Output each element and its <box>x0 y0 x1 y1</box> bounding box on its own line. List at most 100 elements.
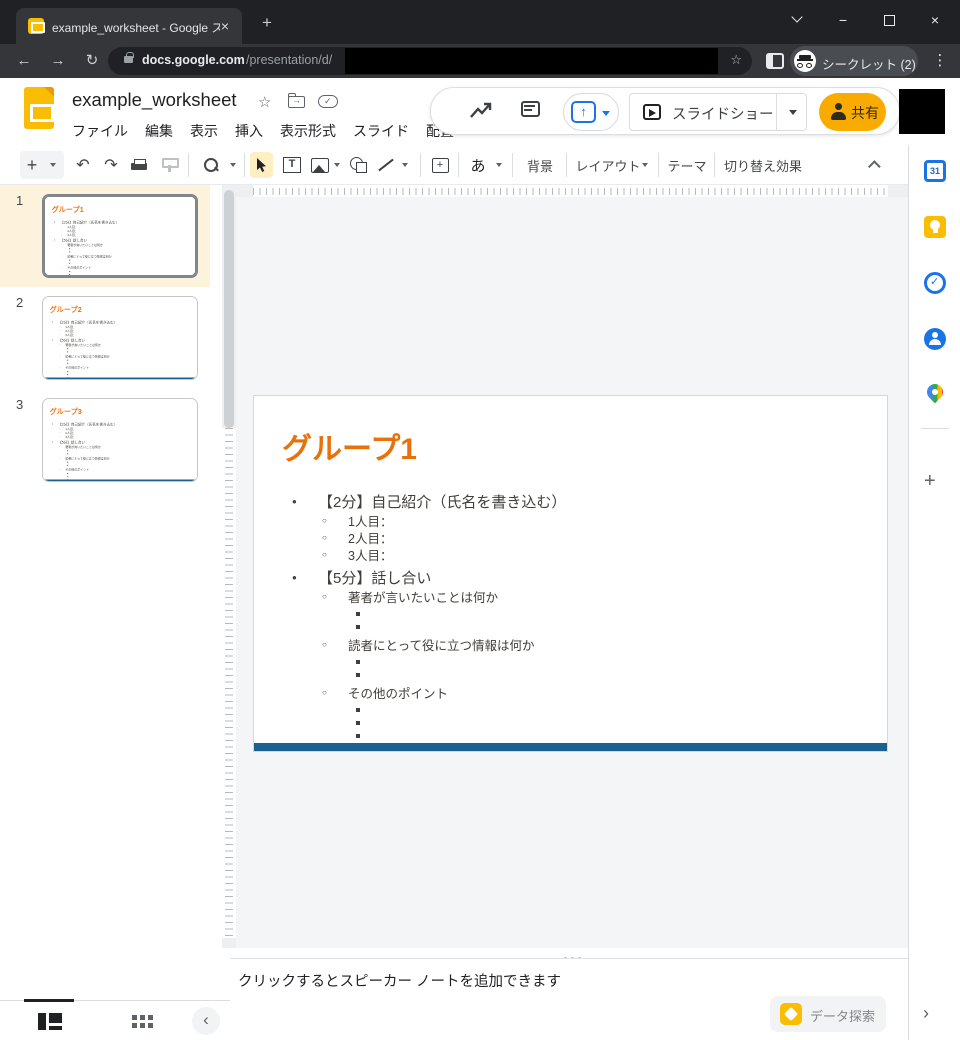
move-folder-icon[interactable] <box>288 96 305 108</box>
share-person-icon <box>830 102 848 120</box>
slide-thumbnail[interactable]: グループ2 【2分】自己紹介（氏名を書き込む）1人目：2人目：3人目：【5分】話… <box>42 296 198 380</box>
current-slide[interactable]: グループ1 【2分】自己紹介（氏名を書き込む）1人目：2人目：3人目：【5分】話… <box>253 395 888 752</box>
menu-view[interactable]: 表示 <box>190 119 218 143</box>
menubar: ファイル 編集 表示 挿入 表示形式 スライド 配置 <box>72 119 454 143</box>
paint-format-icon[interactable] <box>158 145 180 185</box>
menu-edit[interactable]: 編集 <box>145 119 173 143</box>
collapse-filmstrip-icon[interactable]: ‹ <box>192 1007 220 1035</box>
filmstrip-panel: 1 グループ1 【2分】自己紹介（氏名を書き込む）1人目：2人目：3人目：【5分… <box>0 185 210 1000</box>
bullet-item: 著者が言いたいことは何か <box>254 588 887 605</box>
explore-button[interactable]: データ探索 <box>770 996 886 1032</box>
explore-label: データ探索 <box>810 1006 875 1025</box>
google-contacts-icon[interactable] <box>924 328 946 350</box>
background-button[interactable]: 背景 <box>522 145 558 185</box>
horizontal-ruler <box>236 185 908 197</box>
account-avatar[interactable] <box>899 89 945 134</box>
layout-button[interactable]: レイアウト <box>576 145 640 185</box>
layout-dropdown-icon[interactable] <box>638 145 652 185</box>
explore-icon <box>780 1003 802 1025</box>
reload-icon[interactable]: ↻ <box>78 47 106 75</box>
menu-insert[interactable]: 挿入 <box>235 119 263 143</box>
text-format-dropdown-icon[interactable] <box>492 145 506 185</box>
present-dropdown-icon[interactable] <box>602 111 610 116</box>
textbox-tool-icon[interactable]: T <box>280 145 304 185</box>
google-tasks-icon[interactable] <box>924 272 946 294</box>
zoom-tool-icon[interactable] <box>200 145 222 185</box>
bullet-item: 3人目： <box>45 233 195 237</box>
bullet-item <box>45 261 195 264</box>
comment-history-icon[interactable] <box>521 101 540 117</box>
window-close-icon[interactable]: × <box>912 0 958 40</box>
bullet-item: 2人目： <box>254 529 887 546</box>
google-maps-icon[interactable] <box>924 384 946 406</box>
share-button[interactable]: 共有 <box>819 93 886 131</box>
bullet-item <box>254 701 887 714</box>
add-addon-icon[interactable]: + <box>924 470 936 493</box>
window-minimize-icon[interactable]: − <box>820 0 866 40</box>
expand-panel-icon[interactable]: › <box>923 1003 929 1024</box>
slide-title[interactable]: グループ1 <box>282 424 417 468</box>
browser-tab[interactable]: example_worksheet - Google スラ × <box>16 8 242 44</box>
notes-resize-handle[interactable] <box>236 949 908 958</box>
thumbnail-slide-title: グループ3 <box>50 406 82 416</box>
side-panel-icon[interactable] <box>766 53 784 69</box>
print-icon[interactable] <box>128 145 150 185</box>
new-slide-plus-icon[interactable]: + <box>22 145 42 185</box>
filmstrip-view-icon[interactable] <box>38 1013 62 1030</box>
image-dropdown-icon[interactable] <box>330 145 344 185</box>
filmstrip-slide-row[interactable]: 2 グループ2 【2分】自己紹介（氏名を書き込む）1人目：2人目：3人目：【5分… <box>0 287 210 389</box>
select-tool-button[interactable] <box>250 152 273 178</box>
url-bar[interactable]: docs.google.com /presentation/d/ ☆ <box>108 47 752 75</box>
vertical-scrollbar-thumb[interactable] <box>224 190 234 428</box>
activity-trend-icon[interactable] <box>469 100 493 122</box>
lock-icon <box>124 56 133 63</box>
redo-icon[interactable]: ↷ <box>100 145 122 185</box>
slide-thumbnail[interactable]: グループ1 【2分】自己紹介（氏名を書き込む）1人目：2人目：3人目：【5分】話… <box>42 194 198 278</box>
star-document-icon[interactable]: ☆ <box>258 93 271 111</box>
filmstrip-slide-row[interactable]: 3 グループ3 【2分】自己紹介（氏名を書き込む）1人目：2人目：3人目：【5分… <box>0 389 210 491</box>
bullet-item <box>43 452 197 455</box>
cloud-saved-icon[interactable] <box>318 95 338 108</box>
forward-icon[interactable]: → <box>44 47 72 75</box>
speaker-notes-placeholder[interactable]: クリックするとスピーカー ノートを追加できます <box>238 970 561 991</box>
browser-tabstrip: example_worksheet - Google スラ × + − × <box>0 0 960 44</box>
google-calendar-icon[interactable]: 31 <box>924 160 946 182</box>
new-slide-dropdown-icon[interactable] <box>46 145 60 185</box>
present-button[interactable]: ↑ <box>563 93 619 131</box>
hide-menus-icon[interactable] <box>868 160 881 173</box>
shape-tool-icon[interactable] <box>346 145 370 185</box>
chrome-menu-icon[interactable]: ⋮ <box>930 50 950 72</box>
speaker-notes-area[interactable]: クリックするとスピーカー ノートを追加できます データ探索 <box>230 958 908 1040</box>
back-icon[interactable]: ← <box>10 47 38 75</box>
undo-icon[interactable]: ↶ <box>72 145 94 185</box>
menu-slide[interactable]: スライド <box>353 119 409 143</box>
tab-search-icon[interactable] <box>774 0 820 40</box>
new-tab-button[interactable]: + <box>256 12 278 34</box>
slide-body-text[interactable]: 【2分】自己紹介（氏名を書き込む）1人目：2人目：3人目：【5分】話し合い著者が… <box>254 490 887 740</box>
google-keep-icon[interactable] <box>924 216 946 238</box>
text-format-tool[interactable]: あ <box>466 145 490 185</box>
present-arrow-icon: ↑ <box>571 101 596 123</box>
slides-logo-icon[interactable] <box>24 87 54 129</box>
add-comment-icon[interactable]: + <box>428 145 452 185</box>
theme-button[interactable]: テーマ <box>666 145 708 185</box>
thumbnail-slide-title: グループ2 <box>50 304 82 314</box>
line-tool-icon[interactable] <box>374 145 398 185</box>
grid-view-icon[interactable] <box>132 1015 154 1029</box>
filmstrip-slide-row[interactable]: 1 グループ1 【2分】自己紹介（氏名を書き込む）1人目：2人目：3人目：【5分… <box>0 185 210 287</box>
image-tool-icon[interactable] <box>308 145 332 185</box>
menu-file[interactable]: ファイル <box>72 119 128 143</box>
window-maximize-icon[interactable] <box>866 0 912 40</box>
line-dropdown-icon[interactable] <box>398 145 412 185</box>
slideshow-dropdown-icon[interactable] <box>789 110 797 115</box>
slide-thumbnail[interactable]: グループ3 【2分】自己紹介（氏名を書き込む）1人目：2人目：3人目：【5分】話… <box>42 398 198 482</box>
menu-format[interactable]: 表示形式 <box>280 119 336 143</box>
transition-button[interactable]: 切り替え効果 <box>722 145 804 185</box>
bullet-item <box>254 714 887 727</box>
bookmark-star-icon[interactable]: ☆ <box>730 52 742 68</box>
bullet-item: 読者にとって役に立つ情報は何か <box>254 636 887 653</box>
tab-close-icon[interactable]: × <box>216 17 234 35</box>
slideshow-button[interactable]: スライドショー <box>629 93 807 131</box>
zoom-dropdown-icon[interactable] <box>226 145 240 185</box>
document-title[interactable]: example_worksheet <box>72 89 237 111</box>
